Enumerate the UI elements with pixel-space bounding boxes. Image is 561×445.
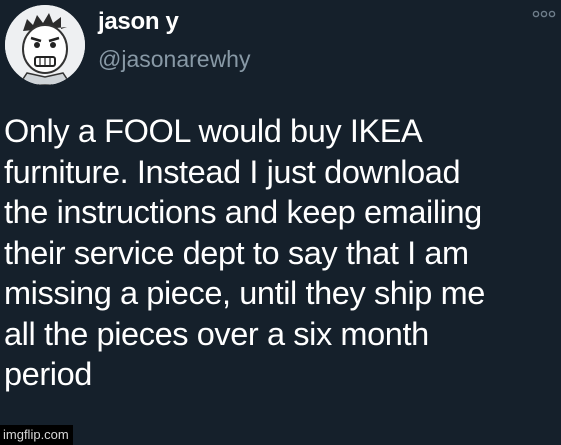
imgflip-watermark: imgflip.com [0, 425, 73, 445]
cartoon-face-avatar-icon [5, 5, 85, 85]
avatar[interactable] [5, 5, 85, 85]
tweet-card: jason y @jasonarewhy Only a FOOL would b… [0, 0, 561, 445]
tweet-text: Only a FOOL would buy IKEA furniture. In… [4, 113, 485, 392]
user-handle[interactable]: @jasonarewhy [98, 46, 250, 73]
display-name[interactable]: jason y [98, 8, 179, 36]
more-dots-icon[interactable] [532, 8, 556, 20]
